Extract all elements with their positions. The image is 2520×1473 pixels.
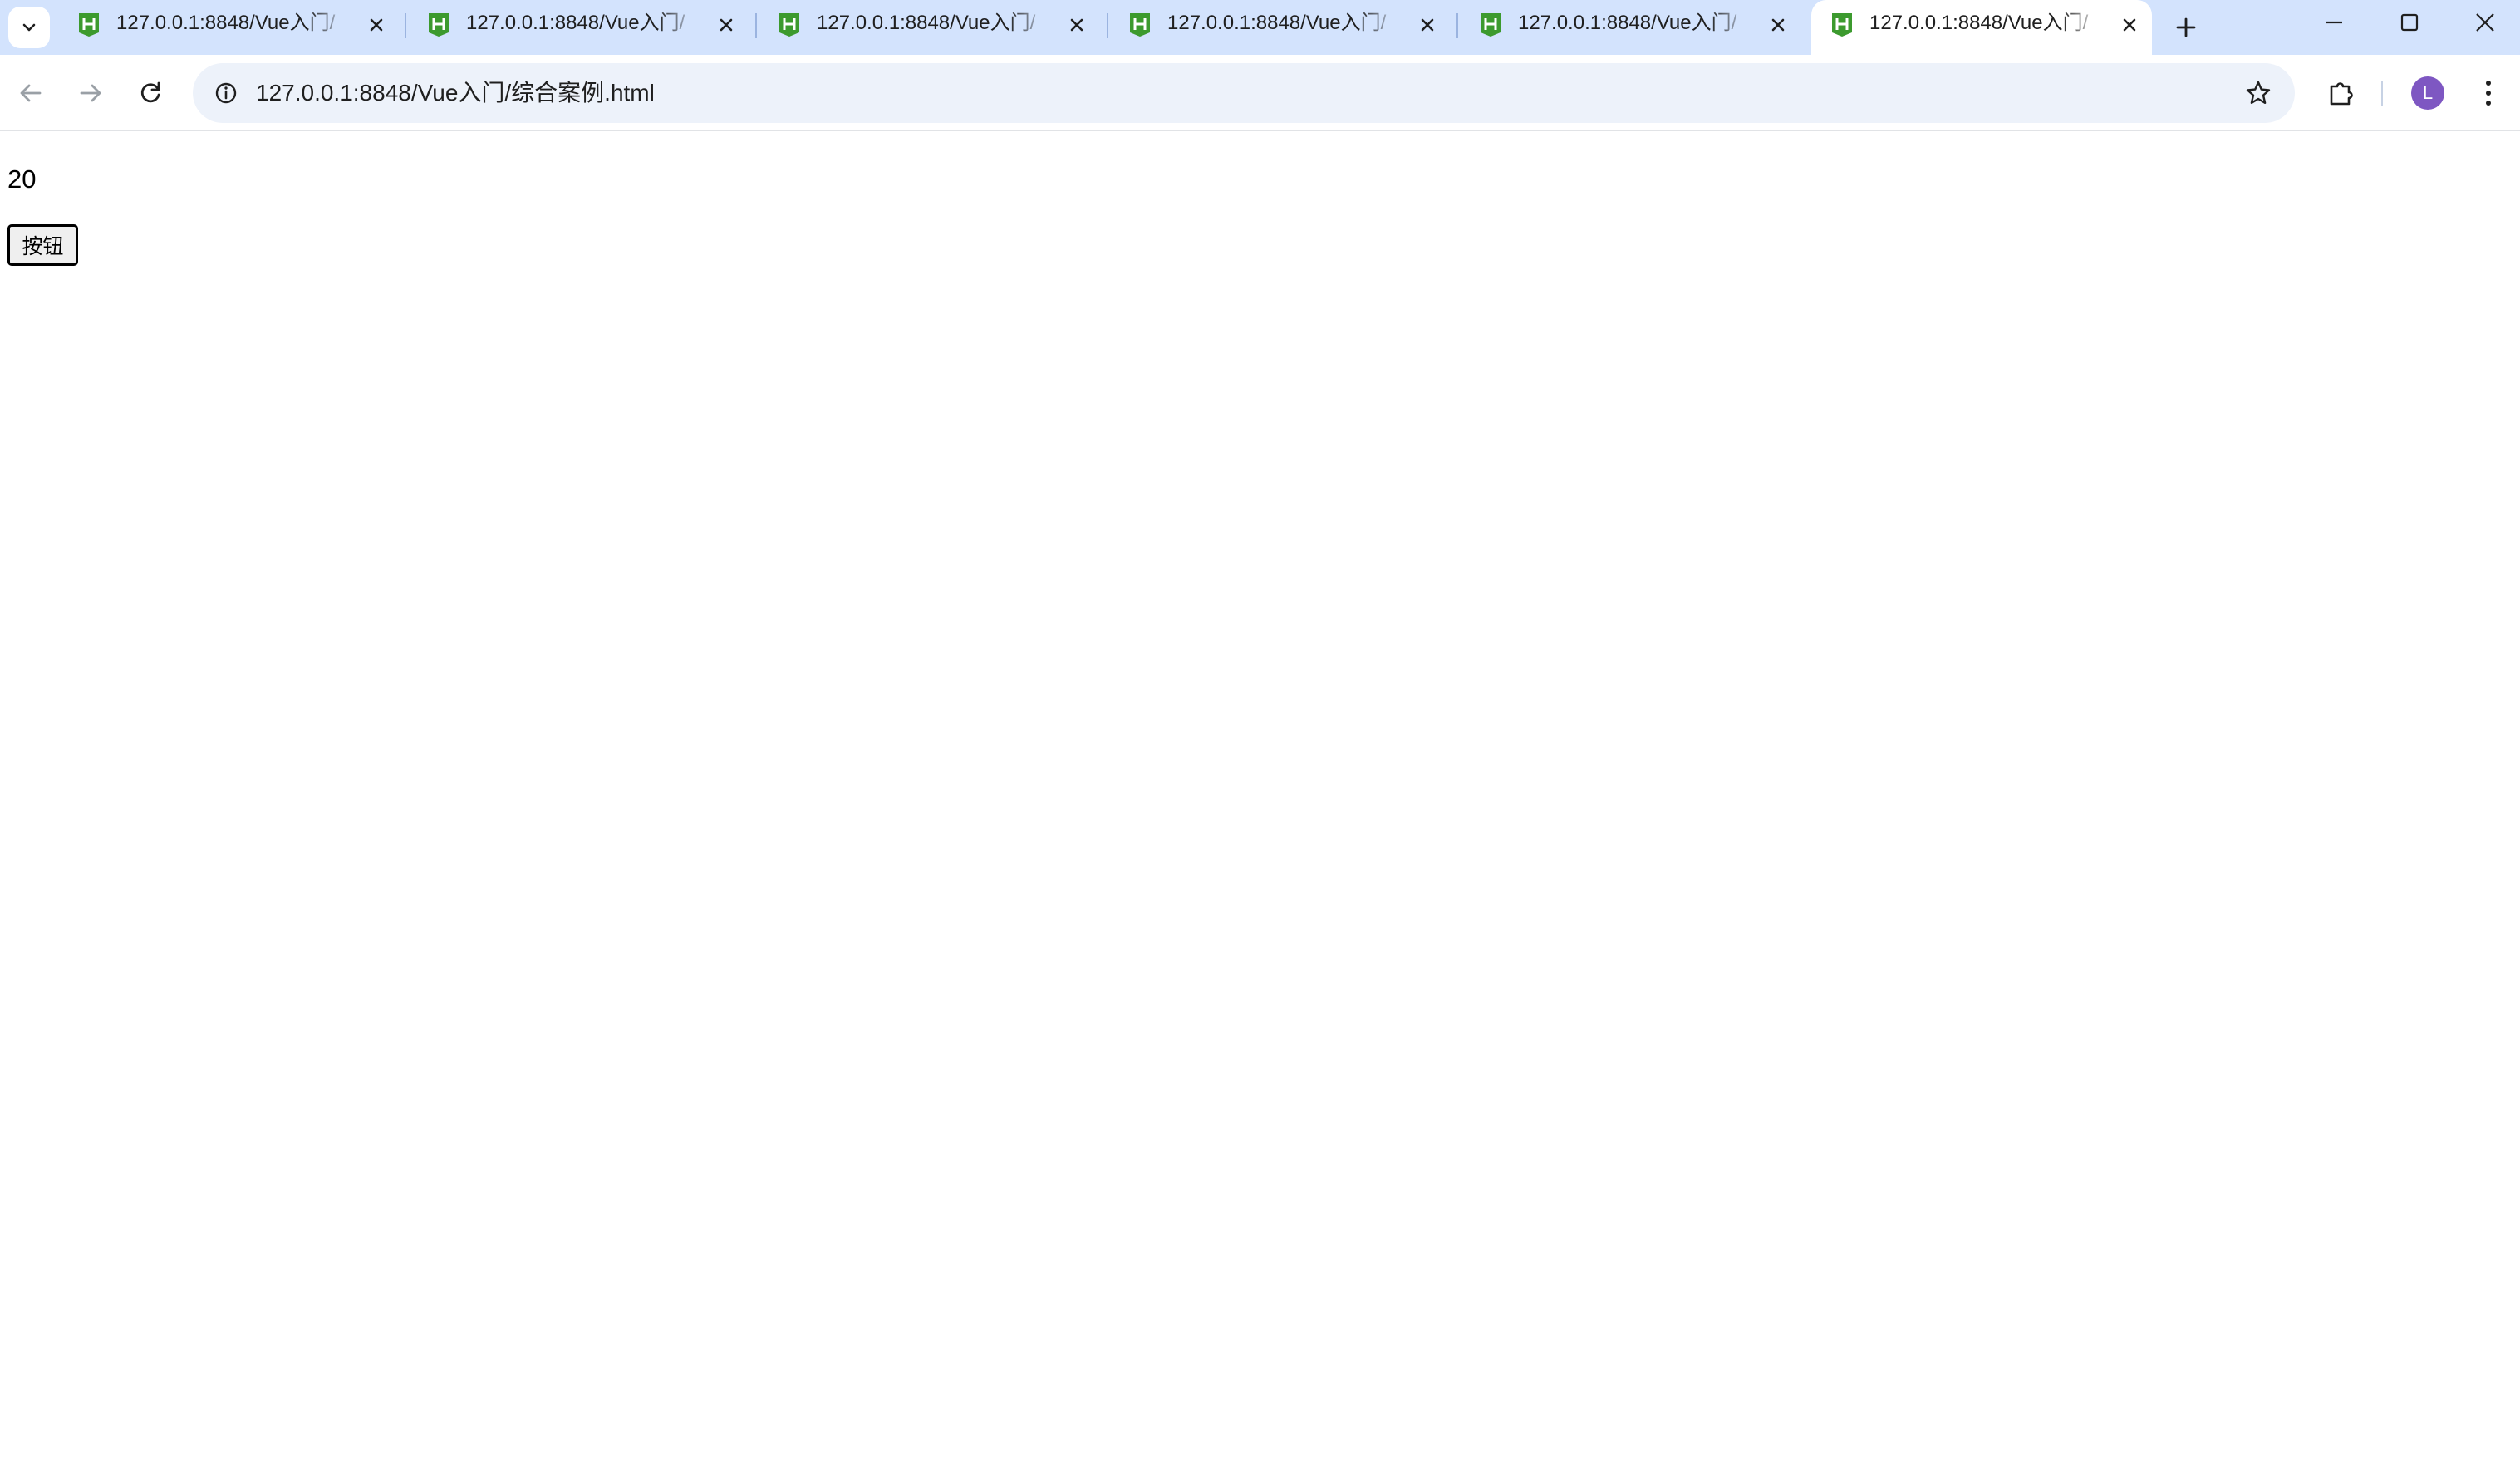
tab-separator: [1107, 13, 1108, 38]
hbuilder-icon: [79, 13, 99, 37]
close-icon: [1070, 18, 1083, 32]
tab-title: 127.0.0.1:8848/Vue入门/: [1518, 12, 1737, 34]
bookmark-button[interactable]: [2240, 75, 2277, 111]
reload-button[interactable]: [126, 69, 174, 117]
tab-search-button[interactable]: [8, 7, 50, 48]
tab-close-button[interactable]: [1063, 11, 1091, 39]
arrow-right-icon: [80, 84, 101, 102]
tab-title: 127.0.0.1:8848/Vue入门/: [116, 12, 336, 34]
tab-close-button[interactable]: [2115, 11, 2144, 39]
tab-separator: [405, 13, 406, 38]
close-icon: [2476, 13, 2494, 32]
hbuilder-icon: [1832, 13, 1852, 37]
kebab-menu-icon: [2486, 81, 2491, 106]
star-icon: [2246, 81, 2271, 104]
address-bar[interactable]: 127.0.0.1:8848/Vue入门/综合案例.html: [193, 63, 2295, 123]
tab-close-button[interactable]: [1764, 11, 1792, 39]
info-icon: [215, 82, 237, 104]
browser-toolbar: 127.0.0.1:8848/Vue入门/综合案例.html L: [0, 55, 2520, 131]
profile-avatar[interactable]: L: [2411, 76, 2444, 110]
close-icon: [1421, 18, 1434, 32]
tab-strip: 127.0.0.1:8848/Vue入门/ 127.0.0.1:8848/Vue…: [0, 0, 2520, 55]
new-tab-button[interactable]: [2167, 8, 2205, 47]
browser-menu-button[interactable]: [2468, 70, 2509, 116]
tab-title: 127.0.0.1:8848/Vue入门/: [1167, 12, 1387, 34]
chevron-down-icon: [22, 23, 36, 32]
browser-tab[interactable]: 127.0.0.1:8848/Vue入门/: [408, 0, 749, 55]
tab-close-button[interactable]: [712, 11, 740, 39]
hbuilder-icon: [429, 13, 449, 37]
browser-tab[interactable]: 127.0.0.1:8848/Vue入门/: [1460, 0, 1800, 55]
browser-tab[interactable]: 127.0.0.1:8848/Vue入门/: [759, 0, 1099, 55]
back-button[interactable]: [7, 69, 55, 117]
tab-title: 127.0.0.1:8848/Vue入门/: [1869, 12, 2089, 34]
close-icon: [1771, 18, 1785, 32]
close-icon: [370, 18, 383, 32]
minimize-button[interactable]: [2296, 0, 2371, 45]
toolbar-separator: [2381, 81, 2383, 106]
reload-icon: [140, 81, 160, 103]
arrow-left-icon: [20, 84, 42, 102]
page-content: 20 按钮: [0, 133, 2520, 1473]
maximize-icon: [2400, 13, 2419, 32]
hbuilder-icon: [1481, 13, 1501, 37]
puzzle-icon: [2330, 82, 2353, 106]
action-button[interactable]: 按钮: [7, 224, 78, 266]
tab-title: 127.0.0.1:8848/Vue入门/: [466, 12, 685, 34]
hbuilder-icon: [779, 13, 799, 37]
browser-tab[interactable]: 127.0.0.1:8848/Vue入门/: [1109, 0, 1450, 55]
tab-title: 127.0.0.1:8848/Vue入门/: [817, 12, 1036, 34]
maximize-button[interactable]: [2372, 0, 2447, 45]
tab-separator: [1456, 13, 1458, 38]
close-icon: [2123, 18, 2136, 32]
browser-tab-active[interactable]: 127.0.0.1:8848/Vue入门/: [1811, 0, 2152, 55]
counter-value: 20: [7, 164, 37, 194]
tab-close-button[interactable]: [362, 11, 391, 39]
address-url[interactable]: 127.0.0.1:8848/Vue入门/综合案例.html: [256, 78, 655, 108]
hbuilder-icon: [1130, 13, 1150, 37]
forward-button[interactable]: [66, 69, 115, 117]
close-window-button[interactable]: [2448, 0, 2520, 45]
extensions-button[interactable]: [2318, 70, 2365, 116]
tab-separator: [755, 13, 757, 38]
plus-icon: [2176, 17, 2196, 37]
minimize-icon: [2326, 21, 2342, 24]
site-info-button[interactable]: [209, 76, 243, 110]
close-icon: [720, 18, 733, 32]
tab-close-button[interactable]: [1413, 11, 1442, 39]
browser-tab[interactable]: 127.0.0.1:8848/Vue入门/: [58, 0, 399, 55]
